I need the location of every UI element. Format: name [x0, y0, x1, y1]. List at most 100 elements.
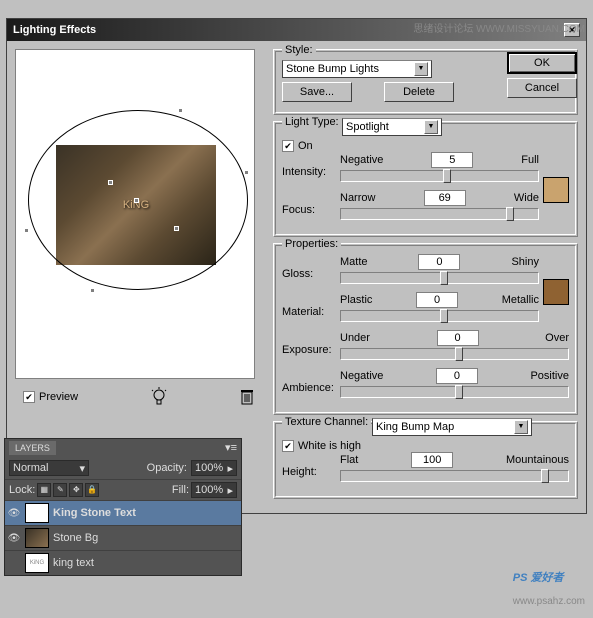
handle[interactable] — [244, 170, 249, 175]
handle[interactable] — [174, 226, 179, 231]
fill-label: Fill: — [172, 484, 189, 496]
layer-name: Stone Bg — [53, 532, 98, 544]
height-left: Flat — [340, 454, 358, 466]
preview-label: Preview — [39, 391, 78, 403]
handle[interactable] — [134, 198, 139, 203]
layers-tab[interactable]: LAYERS — [9, 441, 56, 455]
white-is-high-checkbox[interactable]: ✔ White is high — [282, 440, 569, 452]
material-right: Metallic — [502, 294, 539, 306]
on-checkbox[interactable]: ✔ On — [282, 140, 569, 152]
texture-channel-value: King Bump Map — [376, 421, 454, 433]
dialog-title: Lighting Effects — [13, 24, 96, 36]
height-right: Mountainous — [506, 454, 569, 466]
layer-thumbnail — [25, 503, 49, 523]
slider-thumb[interactable] — [440, 271, 448, 285]
intensity-slider[interactable] — [340, 170, 539, 182]
material-label: Material: — [282, 292, 334, 318]
focus-value[interactable]: 69 — [424, 190, 466, 206]
visibility-icon[interactable]: 👁 — [7, 508, 21, 519]
style-label: Style: — [282, 44, 316, 56]
chevron-down-icon: ▾ — [79, 462, 85, 475]
layer-item[interactable]: 👁 King Stone Text — [5, 500, 241, 525]
lightbulb-icon[interactable] — [149, 387, 169, 407]
visibility-icon[interactable]: 👁 — [7, 533, 21, 544]
height-label: Height: — [282, 452, 334, 478]
slider-thumb[interactable] — [506, 207, 514, 221]
handle[interactable] — [24, 228, 29, 233]
ambience-label: Ambience: — [282, 368, 334, 394]
texture-channel-select[interactable]: King Bump Map ▼ — [372, 418, 532, 436]
slider-thumb[interactable] — [440, 309, 448, 323]
exposure-label: Exposure: — [282, 330, 334, 356]
height-value[interactable]: 100 — [411, 452, 453, 468]
gloss-left: Matte — [340, 256, 368, 268]
layer-thumbnail — [25, 528, 49, 548]
lock-paint-icon[interactable]: ✎ — [53, 483, 67, 497]
white-is-high-label: White is high — [298, 440, 361, 452]
ambient-color-swatch[interactable] — [543, 279, 569, 305]
layer-item[interactable]: KiNG king text — [5, 550, 241, 575]
handle[interactable] — [108, 180, 113, 185]
focus-right: Wide — [514, 192, 539, 204]
material-value[interactable]: 0 — [416, 292, 458, 308]
material-slider[interactable] — [340, 310, 539, 322]
focus-left: Narrow — [340, 192, 375, 204]
opacity-value: 100% — [195, 462, 223, 474]
height-slider[interactable] — [340, 470, 569, 482]
intensity-value[interactable]: 5 — [431, 152, 473, 168]
material-left: Plastic — [340, 294, 372, 306]
ambience-slider[interactable] — [340, 386, 569, 398]
ok-button[interactable]: OK — [507, 52, 577, 74]
texture-label: Texture Channel: — [282, 416, 371, 428]
gloss-label: Gloss: — [282, 254, 334, 280]
checkbox-icon: ✔ — [23, 391, 35, 403]
layer-name: king text — [53, 557, 94, 569]
intensity-left: Negative — [340, 154, 383, 166]
panel-menu-icon[interactable]: ▾≡ — [225, 441, 237, 455]
intensity-right: Full — [521, 154, 539, 166]
layer-name: King Stone Text — [53, 507, 136, 519]
exposure-slider[interactable] — [340, 348, 569, 360]
light-color-swatch[interactable] — [543, 177, 569, 203]
intensity-label: Intensity: — [282, 152, 334, 178]
gloss-right: Shiny — [511, 256, 539, 268]
focus-label: Focus: — [282, 190, 334, 216]
texture-fieldset: Texture Channel: King Bump Map ▼ ✔ White… — [273, 421, 578, 499]
fill-input[interactable]: 100%▸ — [191, 482, 237, 498]
fill-value: 100% — [195, 484, 223, 496]
light-type-value: Spotlight — [346, 121, 389, 133]
chevron-down-icon: ▼ — [414, 62, 428, 76]
lock-position-icon[interactable]: ✥ — [69, 483, 83, 497]
properties-label: Properties: — [282, 238, 341, 250]
gloss-slider[interactable] — [340, 272, 539, 284]
delete-button[interactable]: Delete — [384, 82, 454, 102]
gloss-value[interactable]: 0 — [418, 254, 460, 270]
preview-area[interactable]: KiNG — [15, 49, 255, 379]
lock-label: Lock: — [9, 484, 35, 496]
slider-thumb[interactable] — [541, 469, 549, 483]
exposure-value[interactable]: 0 — [437, 330, 479, 346]
watermark-top: 思绪设计论坛 WWW.MISSYUAN.COM — [413, 20, 585, 35]
style-select[interactable]: Stone Bump Lights ▼ — [282, 60, 432, 78]
preview-checkbox[interactable]: ✔ Preview — [23, 391, 78, 403]
lock-transparency-icon[interactable]: ▦ — [37, 483, 51, 497]
blend-mode-select[interactable]: Normal▾ — [9, 460, 89, 476]
layers-panel: LAYERS ▾≡ Normal▾ Opacity: 100%▸ Lock: ▦… — [4, 438, 242, 576]
lock-all-icon[interactable]: 🔒 — [85, 483, 99, 497]
layer-item[interactable]: 👁 Stone Bg — [5, 525, 241, 550]
ambience-value[interactable]: 0 — [436, 368, 478, 384]
opacity-input[interactable]: 100%▸ — [191, 460, 237, 476]
save-button[interactable]: Save... — [282, 82, 352, 102]
focus-slider[interactable] — [340, 208, 539, 220]
handle[interactable] — [178, 108, 183, 113]
slider-thumb[interactable] — [443, 169, 451, 183]
checkbox-icon: ✔ — [282, 140, 294, 152]
cancel-button[interactable]: Cancel — [507, 78, 577, 98]
slider-thumb[interactable] — [455, 385, 463, 399]
trash-icon[interactable] — [239, 388, 255, 406]
light-type-fieldset: Light Type: Spotlight ▼ ✔ On — [273, 121, 578, 237]
handle[interactable] — [90, 288, 95, 293]
light-type-select[interactable]: Spotlight ▼ — [342, 118, 442, 136]
slider-thumb[interactable] — [455, 347, 463, 361]
properties-fieldset: Properties: Gloss: Matte0Shiny — [273, 243, 578, 415]
